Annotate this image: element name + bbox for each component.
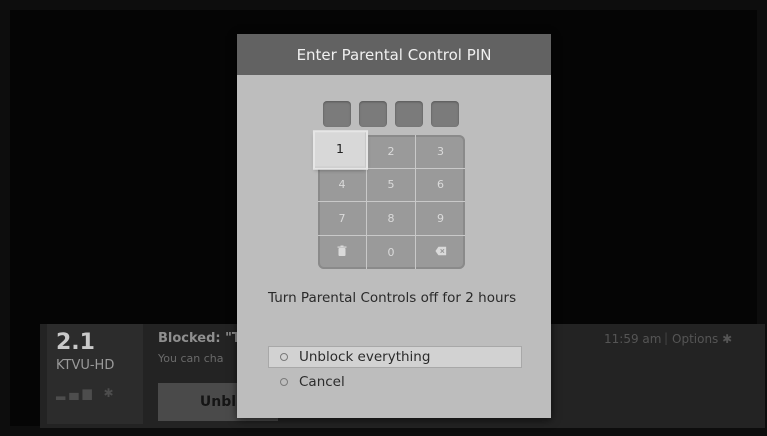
option-unblock-everything[interactable]: Unblock everything (268, 346, 522, 368)
key-2[interactable]: 2 (367, 135, 416, 169)
channel-number: 2.1 (56, 330, 95, 355)
key-label: 9 (437, 211, 444, 225)
radio-icon (280, 378, 288, 386)
dialog-title: Enter Parental Control PIN (237, 34, 551, 75)
pin-digit-slot (395, 101, 423, 127)
key-label: 7 (338, 211, 346, 225)
key-label: 6 (437, 178, 444, 192)
key-4[interactable]: 4 (318, 168, 367, 202)
parental-prompt: Turn Parental Controls off for 2 hours (268, 290, 517, 306)
parental-pin-dialog: Enter Parental Control PIN 1 2 3 4 5 6 7 8 9 0 Tu… (237, 34, 551, 418)
key-5[interactable]: 5 (367, 168, 416, 202)
option-cancel[interactable]: Cancel (268, 371, 522, 393)
separator: | (664, 331, 669, 345)
radio-icon (280, 353, 288, 361)
key-8[interactable]: 8 (367, 202, 416, 236)
key-label: 2 (387, 144, 395, 158)
key-3[interactable]: 3 (416, 135, 465, 169)
blocked-title: Blocked: "T (158, 331, 241, 346)
key-1[interactable]: 1 (315, 132, 366, 168)
pin-keypad: 1 2 3 4 5 6 7 8 9 0 (315, 132, 465, 270)
key-9[interactable]: 9 (416, 202, 465, 236)
backspace-icon (434, 245, 447, 260)
key-label: 8 (387, 211, 395, 225)
option-label: Unblock everything (299, 349, 431, 365)
blocked-subtitle: You can cha (158, 352, 224, 365)
pin-digit-slot (431, 101, 459, 127)
key-label: 4 (338, 178, 346, 192)
options-button[interactable]: Options ✱ (672, 332, 732, 346)
key-backspace[interactable] (416, 236, 465, 270)
pin-entry (323, 101, 459, 127)
key-0[interactable]: 0 (367, 235, 416, 269)
options-list: Unblock everything Cancel (268, 346, 522, 396)
pin-digit-slot (323, 101, 351, 127)
pin-digit-slot (359, 101, 387, 127)
key-7[interactable]: 7 (318, 202, 367, 236)
channel-name: KTVU-HD (56, 358, 115, 373)
option-label: Cancel (299, 374, 345, 390)
trash-icon (336, 245, 348, 260)
key-label: 1 (335, 141, 344, 157)
clock: 11:59 am (604, 332, 662, 346)
signal-icon: ▂▄▆ ✱ (56, 386, 118, 400)
key-clear[interactable] (318, 235, 367, 269)
key-6[interactable]: 6 (416, 169, 465, 202)
key-label: 3 (437, 144, 444, 158)
key-label: 5 (387, 178, 395, 192)
key-label: 0 (387, 245, 395, 259)
